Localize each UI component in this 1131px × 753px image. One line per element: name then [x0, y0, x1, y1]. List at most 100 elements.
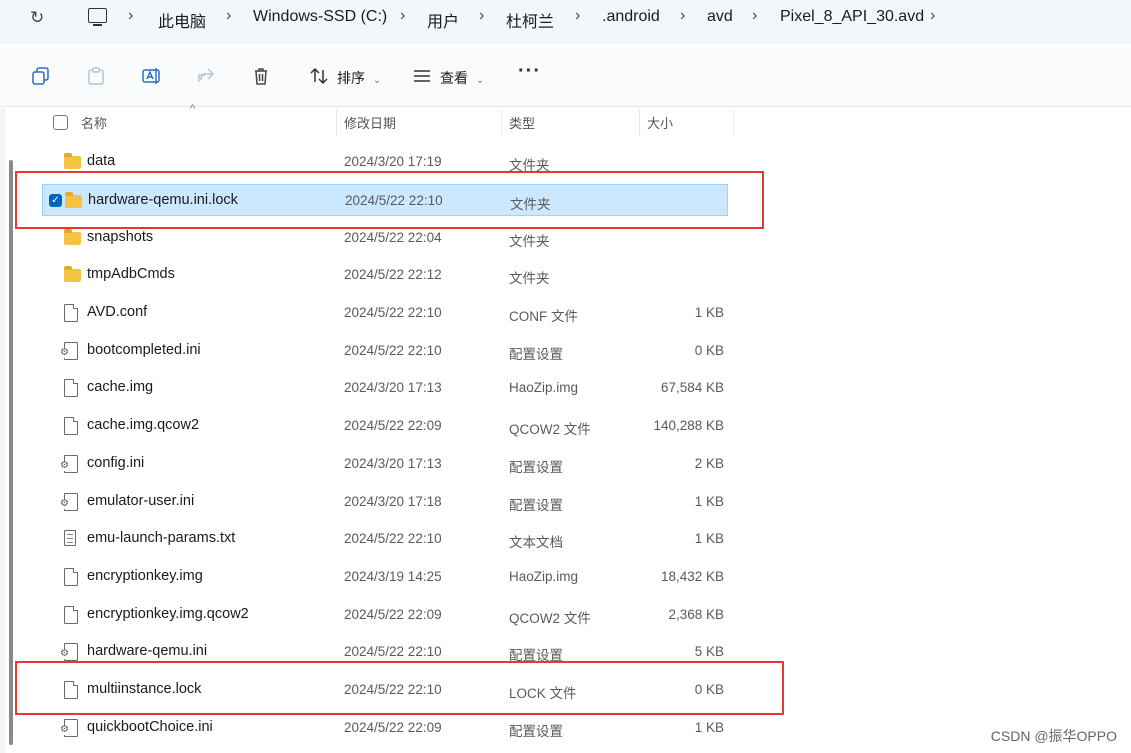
breadcrumb-drive-c[interactable]: Windows-SSD (C:) [253, 8, 387, 26]
folder-icon [64, 153, 81, 169]
file-row[interactable]: emu-launch-params.txt 2024/5/22 22:10 文本… [42, 523, 728, 555]
watermark: CSDN @振华OPPO [990, 728, 1117, 744]
file-name: hardware-qemu.ini [87, 643, 208, 659]
file-size: 5 KB [694, 644, 724, 659]
file-size: 1 KB [694, 720, 724, 735]
more-options-icon[interactable]: ··· [518, 60, 541, 83]
file-icon [64, 379, 78, 397]
sort-label: 排序 [337, 70, 365, 86]
breadcrumb-users[interactable]: 用户 [427, 8, 459, 32]
chevron-right-icon[interactable]: › [575, 7, 580, 25]
file-type: 配置设置 [509, 724, 563, 739]
breadcrumb-user-folder[interactable]: 杜柯兰 [506, 8, 554, 32]
share-icon[interactable] [196, 66, 216, 86]
file-row[interactable]: cache.img.qcow2 2024/5/22 22:09 QCOW2 文件… [42, 410, 728, 442]
file-name: cache.img [87, 379, 154, 395]
file-date: 2024/5/22 22:09 [344, 720, 442, 735]
file-date: 2024/3/20 17:13 [344, 456, 442, 471]
file-row[interactable]: bootcompleted.ini 2024/5/22 22:10 配置设置 0… [42, 335, 728, 367]
breadcrumb-pixel-avd[interactable]: Pixel_8_API_30.avd [780, 8, 924, 26]
file-name: config.ini [87, 455, 145, 471]
sort-icon[interactable] [309, 66, 329, 86]
scrollbar-thumb[interactable] [9, 160, 13, 745]
file-row[interactable]: tmpAdbCmds 2024/5/22 22:12 文件夹 [42, 259, 728, 291]
column-divider[interactable] [336, 110, 337, 136]
config-file-icon [60, 455, 78, 473]
file-type: QCOW2 文件 [509, 422, 591, 437]
column-divider[interactable] [733, 110, 734, 136]
file-name: quickbootChoice.ini [87, 719, 213, 735]
file-name: cache.img.qcow2 [87, 417, 200, 433]
chevron-right-icon[interactable]: › [752, 7, 757, 25]
column-header-date[interactable]: 修改日期 [344, 113, 396, 132]
chevron-right-icon[interactable]: › [930, 7, 935, 25]
file-size: 18,432 KB [660, 569, 724, 584]
file-size: 2 KB [694, 456, 724, 471]
view-icon[interactable] [412, 66, 432, 86]
file-date: 2024/3/20 17:13 [344, 380, 442, 395]
paste-icon[interactable] [86, 66, 106, 86]
select-all-checkbox[interactable] [53, 115, 68, 130]
file-size: 2,368 KB [668, 607, 724, 622]
file-date: 2024/3/20 17:18 [344, 494, 442, 509]
file-date: 2024/5/22 22:09 [344, 607, 442, 622]
file-name: data [87, 153, 116, 169]
column-header-name[interactable]: 名称 [81, 113, 107, 132]
file-date: 2024/3/20 17:19 [344, 154, 442, 169]
refresh-icon[interactable]: ↻ [30, 8, 44, 28]
chevron-down-icon: ⌄ [475, 75, 485, 86]
column-header-size[interactable]: 大小 [647, 113, 673, 132]
breadcrumb-avd[interactable]: avd [707, 8, 733, 26]
file-row[interactable]: cache.img 2024/3/20 17:13 HaoZip.img 67,… [42, 372, 728, 404]
file-icon [64, 417, 78, 435]
chevron-down-icon: ⌄ [372, 75, 382, 86]
config-file-icon [60, 493, 78, 511]
chevron-right-icon[interactable]: › [680, 7, 685, 25]
file-date: 2024/5/22 22:10 [344, 644, 442, 659]
rename-icon[interactable] [141, 66, 161, 86]
column-header-type[interactable]: 类型 [509, 113, 535, 132]
file-size: 0 KB [694, 343, 724, 358]
chevron-right-icon[interactable]: › [226, 7, 231, 25]
file-row[interactable]: emulator-user.ini 2024/3/20 17:18 配置设置 1… [42, 486, 728, 518]
file-row[interactable]: encryptionkey.img.qcow2 2024/5/22 22:09 … [42, 599, 728, 631]
file-type: 配置设置 [509, 498, 563, 513]
folder-icon [64, 266, 81, 282]
file-date: 2024/5/22 22:04 [344, 230, 442, 245]
file-name: snapshots [87, 229, 154, 245]
file-name: emulator-user.ini [87, 493, 195, 509]
file-date: 2024/5/22 22:10 [344, 305, 442, 320]
file-name: emu-launch-params.txt [87, 530, 236, 546]
file-type: 配置设置 [509, 460, 563, 475]
sort-ascending-icon: ^ [190, 103, 196, 115]
chevron-right-icon[interactable]: › [479, 7, 484, 25]
address-bar: ↻ › 此电脑 › Windows-SSD (C:) › 用户 › 杜柯兰 › … [0, 0, 1131, 44]
file-size: 67,584 KB [660, 380, 724, 395]
config-file-icon [60, 643, 78, 661]
breadcrumb-android[interactable]: .android [602, 8, 660, 26]
file-type: HaoZip.img [509, 569, 579, 584]
column-divider[interactable] [501, 110, 502, 136]
file-row[interactable]: quickbootChoice.ini 2024/5/22 22:09 配置设置… [42, 712, 728, 744]
view-label: 查看 [440, 70, 468, 86]
file-date: 2024/5/22 22:10 [344, 343, 442, 358]
file-row[interactable]: AVD.conf 2024/5/22 22:10 CONF 文件 1 KB [42, 297, 728, 329]
file-type: 文本文档 [509, 535, 563, 550]
column-divider[interactable] [639, 110, 640, 136]
file-date: 2024/3/19 14:25 [344, 569, 442, 584]
file-type: 配置设置 [509, 347, 563, 362]
chevron-right-icon[interactable]: › [128, 7, 133, 25]
delete-icon[interactable] [251, 66, 271, 86]
command-bar: 排序 ⌄ 查看 ⌄ ··· [0, 46, 1131, 107]
file-row[interactable]: config.ini 2024/3/20 17:13 配置设置 2 KB [42, 448, 728, 480]
view-button[interactable]: 查看 ⌄ [440, 68, 484, 88]
sort-button[interactable]: 排序 ⌄ [337, 68, 381, 88]
file-icon [64, 606, 78, 624]
this-pc-icon[interactable] [88, 8, 107, 26]
file-type: HaoZip.img [509, 380, 579, 395]
breadcrumb-this-pc[interactable]: 此电脑 [158, 8, 206, 32]
chevron-right-icon[interactable]: › [400, 7, 405, 25]
file-row[interactable]: encryptionkey.img 2024/3/19 14:25 HaoZip… [42, 561, 728, 593]
copy-icon[interactable] [31, 66, 51, 86]
config-file-icon [60, 342, 78, 360]
